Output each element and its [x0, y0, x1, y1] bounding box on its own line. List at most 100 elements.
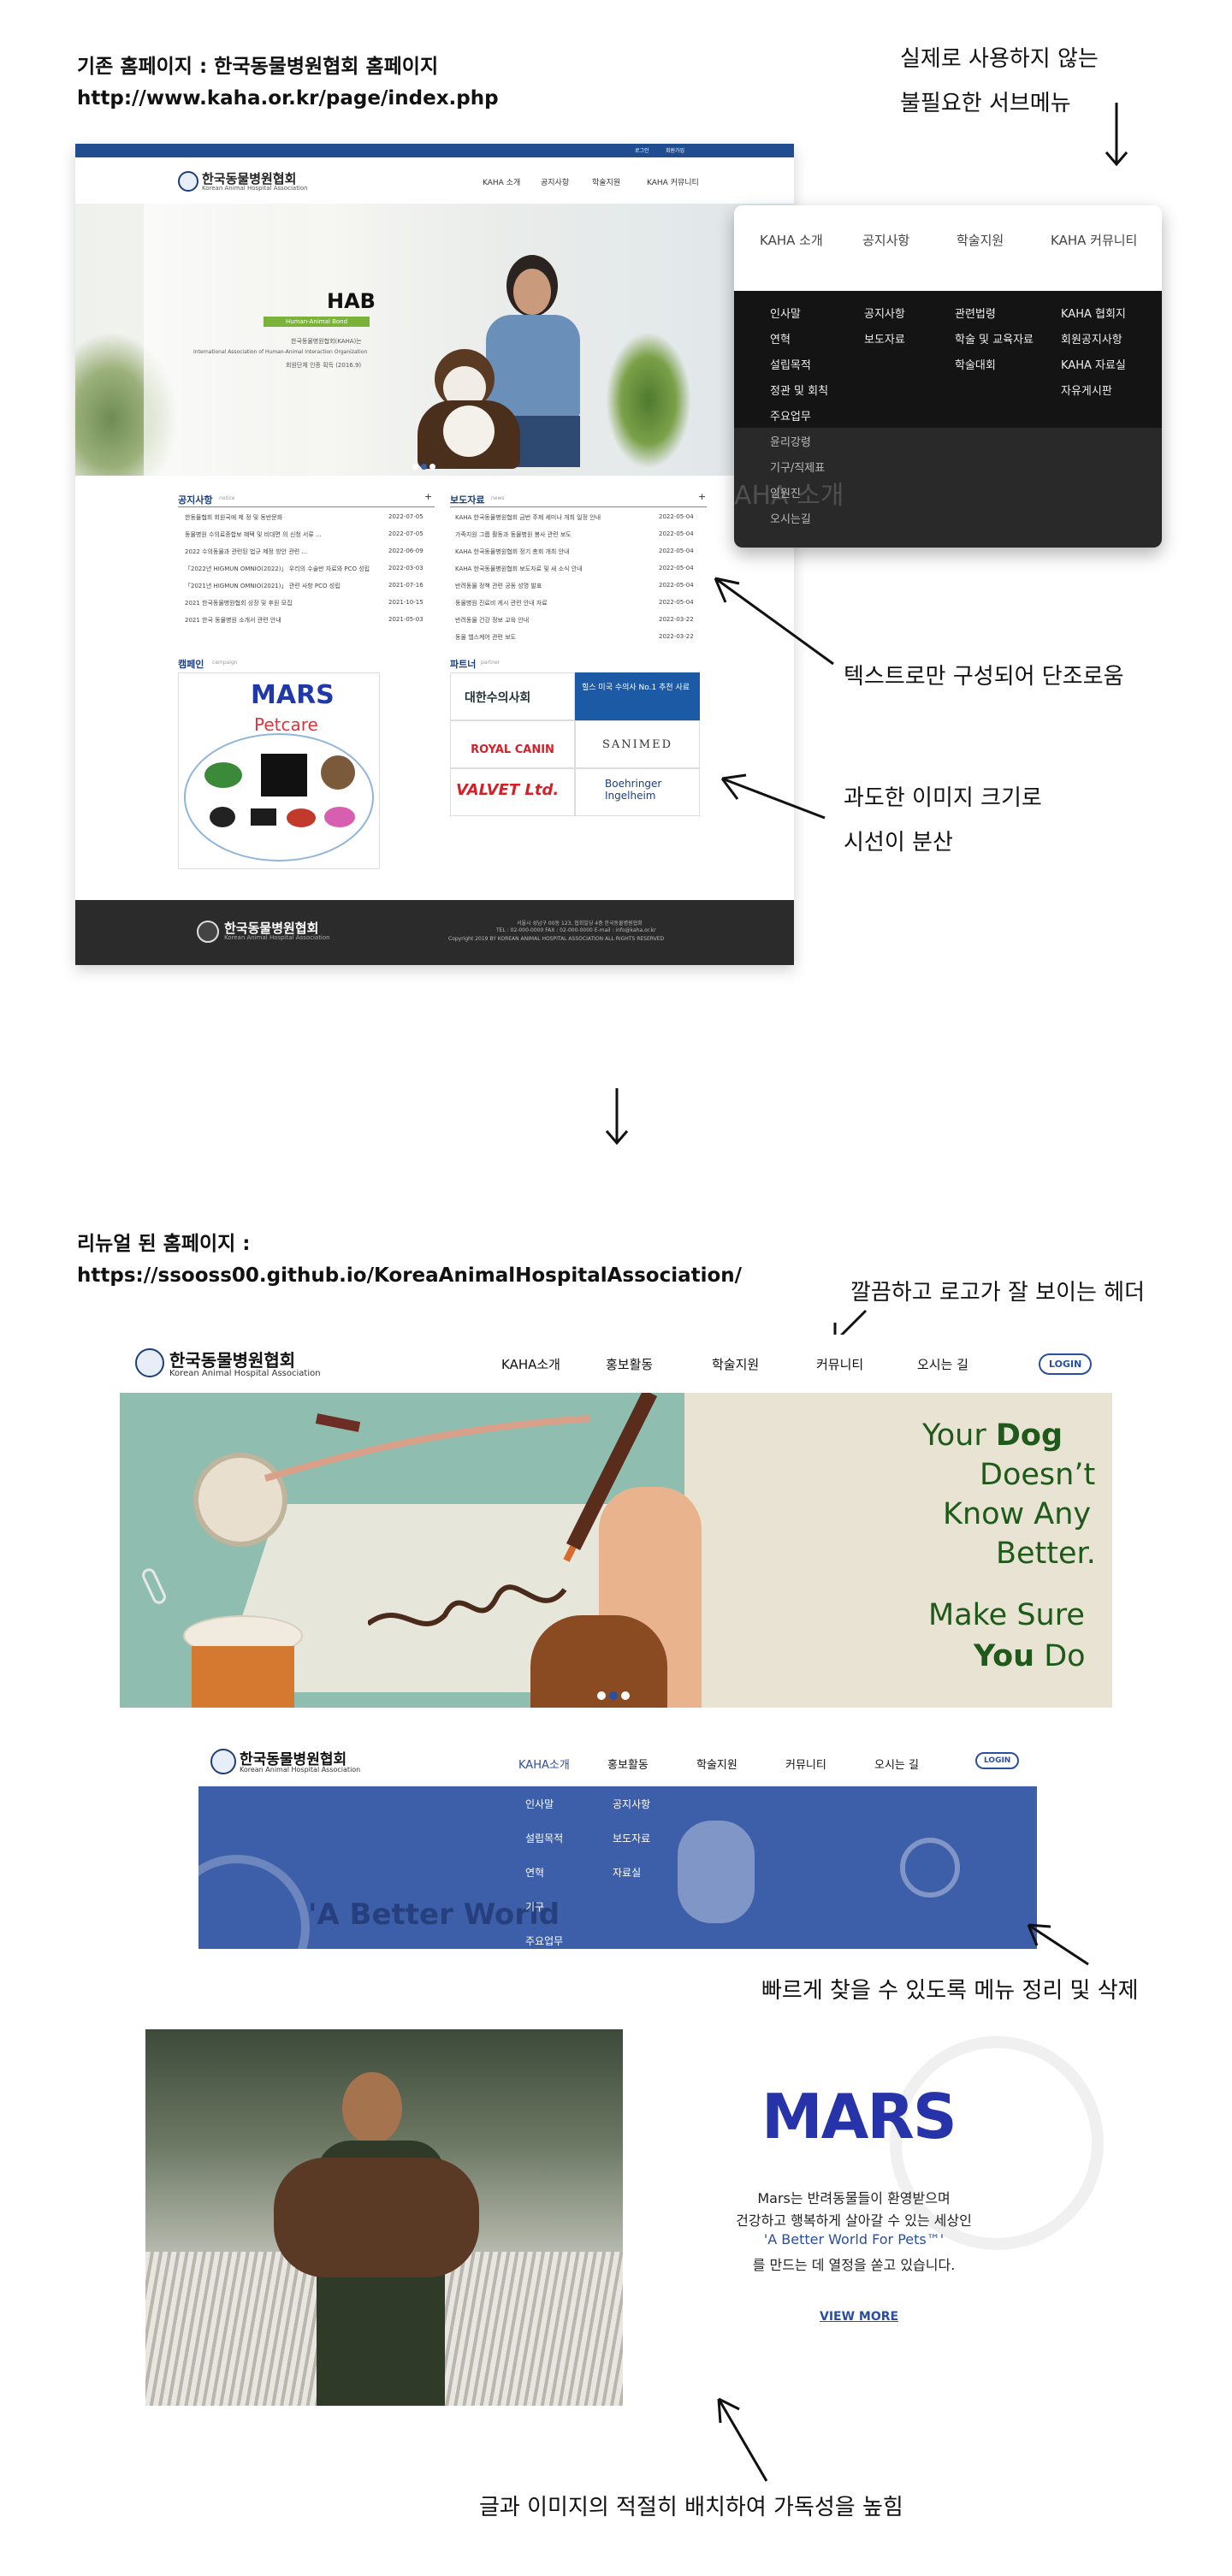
list-item-title: KAHA 한국동물병원협회 금번 주제 세미나 개최 일정 안내 [455, 514, 601, 521]
submenu-item[interactable]: 주요업무 [525, 1933, 563, 1948]
list-item[interactable]: 2021 한국동물병원협회 상장 및 후원 모집 2021-10-15 [185, 597, 433, 613]
submenu-item[interactable]: 인사말 [770, 305, 801, 321]
new-hero-banner: Your Dog Doesn’t Know Any Better. Make S… [120, 1393, 1112, 1708]
submenu-tab-kaha[interactable]: KAHA 소개 [760, 231, 823, 249]
submenu-item[interactable]: 회원공지사항 [1061, 330, 1122, 346]
new-nav-community[interactable]: 커뮤니티 [816, 1355, 863, 1373]
old-footer-addr: 서울시 성남구 00동 123, 협회빌딩 4층 한국동물병원협회 [517, 921, 643, 927]
old-nav-kaha[interactable]: KAHA 소개 [483, 176, 520, 187]
annotation-text-only: 텍스트로만 구성되어 단조로움 [844, 664, 1124, 690]
old-nav-academic[interactable]: 학술지원 [592, 176, 620, 187]
window-light [144, 204, 298, 476]
down-arrow-icon [1105, 103, 1128, 167]
list-item[interactable]: 동물병원 진료비 게시 관련 안내 자료 2022-05-04 [455, 597, 703, 613]
submenu-item[interactable]: 학술대회 [955, 356, 996, 372]
list-item[interactable]: 동물 헬스케어 관련 보도 2022-03-22 [455, 631, 703, 647]
partner-boehringer[interactable]: Boehringer Ingelheim [575, 768, 700, 816]
banner-text-do: Do [1034, 1639, 1086, 1673]
old-partner-area: 파트너 partner 대한수의사회 힐스 미국 수의사 No.1 추천 사료 … [450, 657, 715, 828]
left-arrow-icon [714, 577, 834, 666]
new-nav-directions-2[interactable]: 오시는 길 [874, 1756, 919, 1772]
new-login-button-2[interactable]: LOGIN [975, 1752, 1020, 1769]
list-item[interactable]: 반려동물 건강 정보 교육 안내 2022-03-22 [455, 614, 703, 630]
list-item[interactable]: KAHA 한국동물병원협회 금번 주제 세미나 개최 일정 안내 2022-05-… [455, 512, 703, 527]
submenu-item[interactable]: 연혁 [525, 1865, 544, 1880]
submenu-item[interactable]: KAHA 협회지 [1061, 305, 1126, 321]
mars-info-card: MARS Mars는 반려동물들이 환영받으며 건강하고 행복하게 살아갈 수 … [676, 2036, 1104, 2395]
submenu-item[interactable]: 보도자료 [864, 330, 905, 346]
banner-pager[interactable] [597, 1687, 630, 1703]
old-topbar-join[interactable]: 회원가입 [666, 146, 684, 154]
partner-royal-canin[interactable]: ROYAL CANIN [450, 720, 575, 768]
view-more-link[interactable]: VIEW MORE [820, 2310, 898, 2324]
old-nav-community[interactable]: KAHA 커뮤니티 [647, 176, 699, 187]
new-nav-academic[interactable]: 학술지원 [712, 1355, 759, 1373]
new-nav-promo[interactable]: 홍보활동 [606, 1355, 653, 1373]
list-item[interactable]: 「2022년 HIGMUN OMNIO(2022)」 우리의 수술반 자료와 P… [185, 563, 433, 578]
submenu-item[interactable]: 연혁 [770, 330, 791, 346]
submenu-item[interactable]: 자유게시판 [1061, 382, 1112, 398]
submenu-item[interactable]: 설립목적 [770, 356, 811, 372]
paperclip-icon [139, 1566, 169, 1607]
list-item-date: 2022-03-22 [659, 616, 694, 623]
new-login-button[interactable]: LOGIN [1039, 1353, 1093, 1375]
new-nav-directions[interactable]: 오시는 길 [917, 1355, 968, 1373]
banner-text-your: Your [922, 1418, 996, 1453]
submenu-item[interactable]: 설립목적 [525, 1831, 563, 1845]
list-item-date: 2022-07-05 [388, 530, 424, 537]
submenu-item[interactable]: KAHA 자료실 [1061, 356, 1126, 372]
submenu-item[interactable]: 자료실 [613, 1865, 641, 1880]
new-nav-promo-2[interactable]: 홍보활동 [607, 1756, 649, 1772]
new-logo-ko[interactable]: 한국동물병원협회 [169, 1347, 295, 1371]
submenu-item[interactable]: 인사말 [525, 1797, 554, 1811]
submenu-item[interactable]: 공지사항 [864, 305, 905, 321]
new-nav-academic-2[interactable]: 학술지원 [696, 1756, 737, 1772]
section-title-old: 기존 홈페이지 : 한국동물병원협회 홈페이지 [77, 56, 439, 78]
old-campaign-image[interactable]: MARS Petcare [178, 672, 380, 869]
new-nav-kaha[interactable]: KAHA소개 [501, 1355, 560, 1373]
old-nav-notice[interactable]: 공지사항 [541, 176, 569, 187]
old-partner-sub: partner [481, 660, 500, 666]
old-hero-pager[interactable] [412, 457, 435, 473]
new-logo-icon [135, 1348, 164, 1377]
old-notice-sub: notice [219, 495, 235, 501]
submenu-tab-academic[interactable]: 학술지원 [957, 231, 1004, 249]
submenu-item[interactable]: 보도자료 [613, 1831, 650, 1845]
list-item[interactable]: 한동물협회 회원국에 제 정 및 동반문화 2022-07-05 [185, 512, 433, 527]
list-item[interactable]: KAHA 한국동물병원협회 보도자료 및 새 소식 안내 2022-05-04 [455, 563, 703, 578]
submenu-item[interactable]: 기구 [525, 1899, 544, 1914]
list-item[interactable]: 2021 한국 동물병원 소개서 관련 안내 2021-05-03 [185, 614, 433, 630]
list-item-title: 「2021년 HIGMUN OMNIO(2021)」 관련 사항 PCO 성립 [185, 583, 341, 589]
list-item[interactable]: 가족지원 그룹 활동과 동물병원 봉사 관련 보도 2022-05-04 [455, 529, 703, 544]
list-item-date: 2022-07-05 [388, 513, 424, 520]
partner-valvet[interactable]: VALVET Ltd. [450, 768, 575, 816]
temptations-logo [287, 808, 316, 827]
list-item[interactable]: KAHA 한국동물병원협회 정기 총회 개최 안내 2022-05-04 [455, 546, 703, 561]
submenu-item[interactable]: 정관 및 회칙 [770, 382, 828, 398]
list-item-date: 2022-06-09 [388, 548, 424, 554]
list-item[interactable]: 「2021년 HIGMUN OMNIO(2021)」 관련 사항 PCO 성립 2… [185, 580, 433, 595]
submenu-tab-community[interactable]: KAHA 커뮤니티 [1051, 231, 1137, 249]
list-item[interactable]: 반려동물 정책 관련 공동 성명 발표 2022-05-04 [455, 580, 703, 595]
submenu-tab-notice[interactable]: 공지사항 [862, 231, 909, 249]
partner-sanimed[interactable]: SANIMED [575, 720, 700, 768]
list-item-title: 가족지원 그룹 활동과 동물병원 봉사 관련 보도 [455, 531, 572, 538]
new-nav-community-2[interactable]: 커뮤니티 [785, 1756, 826, 1772]
submenu-item[interactable]: 공지사항 [613, 1797, 650, 1811]
new-nav-kaha-active[interactable]: KAHA소개 [518, 1756, 570, 1772]
list-item[interactable]: 동물병원 수의료종합보 혜택 및 비대면 의 신청 서류 ... 2022-07-… [185, 529, 433, 544]
mars-slogan: 'A Better World For Pets™' [763, 2231, 945, 2247]
old-campaign-area: 캠페인 campaign MARS Petcare [178, 657, 435, 879]
submenu-tabs: KAHA 소개 공지사항 학술지원 KAHA 커뮤니티 [734, 205, 1162, 291]
old-topbar-login[interactable]: 로그인 [635, 146, 649, 154]
list-item[interactable]: 2022 수의동물과 관련된 법규 제정 방안 관련 ... 2022-06-09 [185, 546, 433, 561]
old-press-more[interactable]: + [698, 491, 706, 502]
new-logo-en-2: Korean Animal Hospital Association [240, 1766, 361, 1774]
dropdown-bg-dog [678, 1821, 755, 1923]
submenu-item[interactable]: 주요업무 [770, 407, 811, 423]
partner-kvma[interactable]: 대한수의사회 [450, 672, 575, 720]
old-notice-more[interactable]: + [424, 491, 432, 502]
submenu-item[interactable]: 관련법령 [955, 305, 996, 321]
partner-hills[interactable]: 힐스 미국 수의사 No.1 추천 사료 [575, 672, 700, 720]
submenu-item[interactable]: 학술 및 교육자료 [955, 330, 1034, 346]
